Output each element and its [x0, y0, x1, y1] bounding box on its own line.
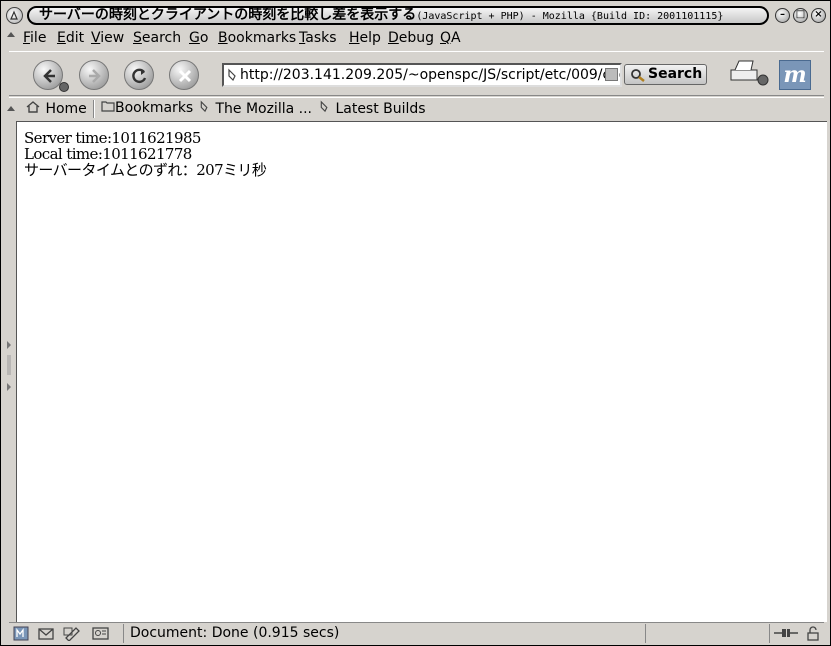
- server-time-text: Server time:1011621985: [24, 129, 201, 147]
- bookmark-icon: [320, 100, 328, 113]
- print-button[interactable]: [727, 58, 771, 90]
- page-proxy-icon[interactable]: [227, 68, 239, 82]
- menubar-grip-icon[interactable]: [7, 32, 15, 37]
- menu-view[interactable]: View: [91, 30, 124, 46]
- address-book-icon[interactable]: [91, 626, 111, 641]
- status-separator: [645, 624, 646, 643]
- mozilla-logo-icon[interactable]: m: [779, 60, 811, 90]
- mail-icon[interactable]: [37, 626, 55, 641]
- online-status-icon[interactable]: [773, 626, 799, 640]
- menu-qa[interactable]: QA: [440, 30, 461, 46]
- menu-bookmarks[interactable]: Bookmarks: [218, 30, 296, 46]
- menu-help[interactable]: Help: [349, 30, 381, 46]
- forward-arrow-icon: [89, 69, 101, 83]
- home-icon: [26, 101, 40, 113]
- window-title-suffix: (JavaScript + PHP) - Mozilla {Build ID: …: [416, 11, 724, 22]
- title-bar: サーバーの時刻とクライアントの時刻を比較し差を表示する(JavaScript +…: [3, 3, 828, 27]
- menu-debug[interactable]: Debug: [388, 30, 434, 46]
- minimize-button[interactable]: –: [775, 8, 790, 23]
- stop-button[interactable]: [169, 60, 199, 90]
- folder-icon: [101, 101, 115, 112]
- security-lock-icon[interactable]: [806, 626, 820, 641]
- bookmark-latest-builds[interactable]: Latest Builds: [319, 100, 426, 117]
- menu-edit[interactable]: Edit: [57, 30, 84, 46]
- menu-tasks[interactable]: Tasks: [299, 30, 337, 46]
- search-button-label: Search: [648, 66, 703, 82]
- search-button[interactable]: Search: [624, 64, 707, 85]
- status-text: Document: Done (0.915 secs): [123, 624, 645, 643]
- menu-file[interactable]: File: [23, 30, 46, 46]
- bookmarks-button[interactable]: Bookmarks: [101, 100, 193, 116]
- menu-search[interactable]: Search: [133, 30, 181, 46]
- toolbar-separator: [93, 100, 95, 118]
- window-title-main: サーバーの時刻とクライアントの時刻を比較し差を表示する: [39, 7, 417, 23]
- navigator-icon[interactable]: [13, 626, 29, 641]
- back-history-dropdown-icon[interactable]: [59, 82, 69, 92]
- browser-window: サーバーの時刻とクライアントの時刻を比較し差を表示する(JavaScript +…: [0, 0, 831, 646]
- sidebar-toggle-grip[interactable]: [5, 331, 13, 401]
- menu-go[interactable]: Go: [189, 30, 208, 46]
- composer-icon[interactable]: [63, 626, 83, 641]
- local-time-text: Local time:1011621778: [24, 145, 192, 163]
- personalbar-grip-icon[interactable]: [7, 106, 15, 111]
- menu-bar: File Edit View Search Go Bookmarks Tasks…: [7, 28, 824, 50]
- url-text: http://203.141.209.205/~openspc/JS/scrip…: [240, 67, 622, 83]
- home-button[interactable]: Home: [25, 100, 87, 117]
- close-window-button[interactable]: ×: [811, 8, 826, 23]
- url-history-dropdown-icon[interactable]: [605, 68, 618, 81]
- bookmark-icon: [200, 100, 208, 113]
- bookmark-the-mozilla[interactable]: The Mozilla ...: [199, 100, 312, 117]
- reload-icon: [132, 68, 147, 84]
- time-difference-text: サーバータイムとのずれ：207ミリ秒: [24, 161, 267, 179]
- window-menu-icon[interactable]: [6, 7, 23, 24]
- forward-button[interactable]: [79, 60, 109, 90]
- window-title: サーバーの時刻とクライアントの時刻を比較し差を表示する(JavaScript +…: [27, 6, 769, 25]
- page-content: Server time:1011621985 Local time:101162…: [16, 121, 827, 622]
- status-bar: Document: Done (0.915 secs): [9, 622, 824, 643]
- back-arrow-icon: [43, 69, 55, 83]
- magnifier-icon: [631, 69, 645, 82]
- url-bar[interactable]: http://203.141.209.205/~openspc/JS/scrip…: [222, 63, 622, 87]
- stop-icon: [178, 69, 192, 83]
- status-separator: [769, 624, 770, 643]
- reload-button[interactable]: [124, 60, 154, 90]
- personal-toolbar: Home Bookmarks The Mozilla ... Latest Bu…: [7, 97, 824, 119]
- maximize-button[interactable]: □: [793, 8, 808, 23]
- navigation-toolbar: http://203.141.209.205/~openspc/JS/scrip…: [9, 51, 824, 96]
